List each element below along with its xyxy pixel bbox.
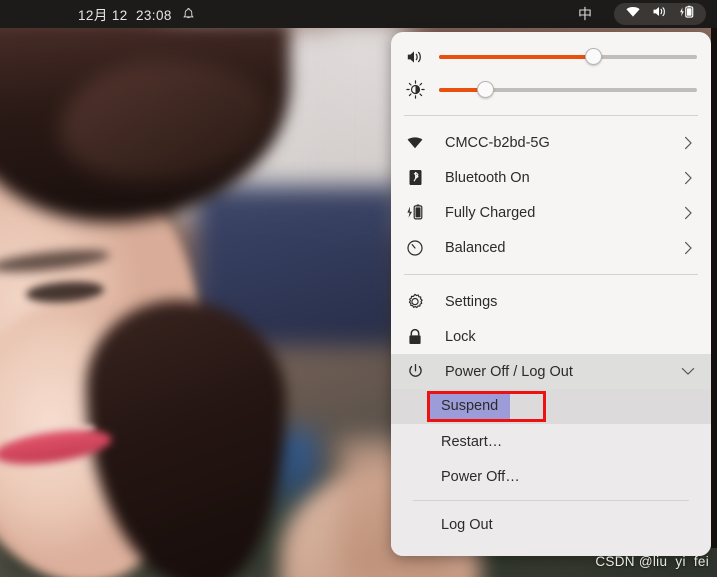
bell-icon[interactable] (181, 7, 196, 22)
menu-item-power-off-log-out[interactable]: Power Off / Log Out (391, 354, 711, 389)
lock-icon (404, 328, 426, 346)
menu-item-bluetooth[interactable]: Bluetooth On (391, 160, 711, 195)
chevron-down-icon[interactable] (681, 367, 695, 376)
menu-item-power-profile-label: Balanced (445, 239, 506, 256)
performance-icon (404, 239, 426, 257)
submenu-item-suspend[interactable]: Suspend (391, 389, 711, 424)
submenu-item-power-off[interactable]: Power Off… (391, 459, 711, 494)
chevron-right-icon[interactable] (681, 171, 695, 185)
menu-item-bluetooth-label: Bluetooth On (445, 169, 530, 186)
brightness-slider-track[interactable] (439, 81, 697, 98)
submenu-item-log-out[interactable]: Log Out (391, 507, 711, 542)
submenu-item-restart-label: Restart… (441, 433, 503, 450)
volume-slider-row[interactable] (391, 40, 711, 73)
brightness-slider-row[interactable] (391, 73, 711, 106)
top-bar: 12月 12 23:08 中 (0, 0, 717, 28)
wifi-icon (404, 135, 426, 150)
volume-icon (652, 5, 668, 23)
volume-slider-track[interactable] (439, 48, 697, 65)
battery-charging-icon (679, 5, 695, 24)
chevron-right-icon[interactable] (681, 206, 695, 220)
submenu-item-log-out-label: Log Out (441, 516, 493, 533)
brightness-slider-handle[interactable] (476, 81, 494, 98)
bluetooth-icon (404, 169, 426, 186)
menu-item-battery[interactable]: Fully Charged (391, 195, 711, 230)
screen-right-edge (711, 28, 717, 548)
menu-item-settings[interactable]: Settings (391, 284, 711, 319)
submenu-item-power-off-label: Power Off… (441, 468, 520, 485)
submenu-item-restart[interactable]: Restart… (391, 424, 711, 459)
watermark-text: CSDN @liu yi fei (595, 554, 709, 569)
menu-item-battery-label: Fully Charged (445, 204, 536, 221)
power-icon (404, 363, 426, 380)
brightness-icon (404, 80, 426, 99)
wifi-icon (625, 5, 641, 23)
divider-system (404, 274, 698, 275)
menu-item-wifi-label: CMCC-b2bd-5G (445, 134, 550, 151)
submenu-item-suspend-label: Suspend (429, 392, 511, 421)
menu-item-wifi[interactable]: CMCC-b2bd-5G (391, 125, 711, 160)
suspend-row-wrapper: Suspend (391, 389, 711, 424)
system-menu-panel: CMCC-b2bd-5G Bluetooth On Fully Charged (391, 32, 711, 556)
menu-item-settings-label: Settings (445, 293, 498, 310)
power-submenu: Suspend Restart… Power Off… Log Out (391, 389, 711, 556)
clock-label: 12月 12 23:08 (78, 8, 172, 23)
divider-sliders (404, 115, 698, 116)
menu-item-power-off-log-out-label: Power Off / Log Out (445, 363, 573, 380)
clock-button[interactable]: 12月 12 23:08 (78, 4, 196, 24)
gear-icon (404, 293, 426, 311)
battery-charging-icon (404, 204, 426, 221)
menu-item-lock-label: Lock (445, 328, 476, 345)
status-menu-button[interactable] (614, 3, 706, 25)
volume-slider-handle[interactable] (585, 48, 603, 65)
menu-item-power-profile[interactable]: Balanced (391, 230, 711, 265)
chevron-right-icon[interactable] (681, 136, 695, 150)
volume-slider-fill (439, 54, 594, 59)
ime-indicator[interactable]: 中 (578, 7, 592, 21)
divider-logout (413, 500, 689, 501)
menu-item-lock[interactable]: Lock (391, 319, 711, 354)
chevron-right-icon[interactable] (681, 241, 695, 255)
volume-icon (404, 49, 426, 65)
